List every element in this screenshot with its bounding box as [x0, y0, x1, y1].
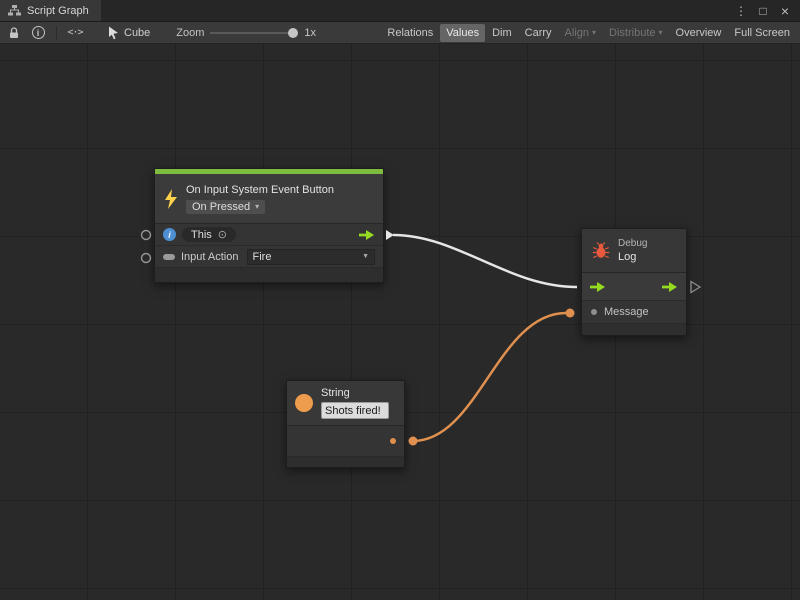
string-node-header-text: String [321, 387, 389, 419]
graph-toolbar: i <·> Cube Zoom 1x Relations Values Dim … [0, 22, 800, 44]
message-input-wire-dot[interactable] [566, 309, 575, 318]
titlebar: Script Graph ⋮ □ × [0, 0, 800, 22]
menu-icon[interactable]: ⋮ [732, 2, 750, 20]
lightning-icon [163, 189, 179, 209]
values-button[interactable]: Values [440, 24, 485, 42]
debug-node-header-text: Debug Log [618, 238, 647, 263]
tab-script-graph[interactable]: Script Graph [0, 0, 101, 21]
window-controls: ⋮ □ × [732, 0, 800, 21]
bug-icon [592, 242, 610, 259]
message-input-port[interactable] [591, 309, 597, 315]
string-output-port[interactable] [390, 438, 396, 444]
tab-title: Script Graph [27, 5, 89, 17]
node-debug-log[interactable]: Debug Log Message [581, 228, 687, 336]
input-action-row: Input Action Fire ▼ [155, 246, 383, 268]
align-button[interactable]: Align ▾ [559, 24, 602, 42]
wire-string-to-message[interactable] [413, 313, 566, 441]
this-info-icon: i [163, 228, 176, 241]
this-target-field[interactable]: This ⊙ [182, 227, 236, 242]
debug-node-title: Log [618, 251, 647, 263]
node-string-literal[interactable]: String [286, 380, 405, 468]
context-label: Cube [124, 27, 150, 39]
chevron-down-icon: ▾ [659, 28, 663, 37]
debug-flow-external-port[interactable] [691, 282, 700, 293]
wire-event-to-log[interactable] [393, 235, 577, 287]
this-row: i This ⊙ [155, 224, 383, 246]
carry-button[interactable]: Carry [519, 24, 558, 42]
zoom-value: 1x [304, 27, 316, 39]
event-this-external-port[interactable] [142, 231, 151, 240]
flow-arrow-icon [662, 282, 678, 292]
string-value-input[interactable] [321, 402, 389, 419]
lock-icon-glyph [8, 26, 20, 39]
cursor-icon [107, 26, 119, 40]
code-icon-glyph: <·> [67, 27, 82, 38]
on-pressed-dropdown[interactable]: On Pressed ▾ [186, 200, 265, 214]
debug-node-header[interactable]: Debug Log [582, 229, 686, 273]
event-node-header[interactable]: On Input System Event Button On Pressed … [155, 174, 383, 224]
string-node-header[interactable]: String [287, 381, 404, 426]
zoom-slider-track[interactable] [210, 32, 298, 34]
chevron-down-icon: ▼ [362, 253, 369, 260]
toolbar-buttons: Relations Values Dim Carry Align ▾ Distr… [381, 24, 796, 42]
graph-icon [8, 5, 21, 16]
debug-node-footer [582, 323, 686, 335]
input-action-icon [163, 252, 175, 262]
toolbar-separator [56, 26, 57, 40]
event-node-title: On Input System Event Button [186, 184, 334, 196]
event-node-footer [155, 268, 383, 282]
chevron-down-icon: ▾ [592, 28, 596, 37]
message-row: Message [582, 301, 686, 323]
maximize-icon[interactable]: □ [754, 2, 772, 20]
close-icon[interactable]: × [776, 2, 794, 20]
overview-button[interactable]: Overview [670, 24, 728, 42]
info-icon[interactable]: i [28, 24, 48, 42]
message-label: Message [604, 306, 649, 318]
string-node-body [287, 426, 404, 457]
debug-flow-output-port[interactable] [662, 282, 678, 292]
chevron-down-icon: ▾ [255, 202, 259, 211]
event-flow-wire-start-arrow[interactable] [386, 230, 394, 240]
node-on-input-system-event-button[interactable]: On Input System Event Button On Pressed … [154, 168, 384, 283]
info-icon-glyph: i [32, 26, 45, 39]
fullscreen-button[interactable]: Full Screen [728, 24, 796, 42]
target-picker-icon: ⊙ [218, 228, 227, 241]
debug-flow-row [582, 273, 686, 301]
string-type-icon [295, 394, 313, 412]
code-preview-icon[interactable]: <·> [65, 24, 85, 42]
input-action-dropdown[interactable]: Fire ▼ [247, 249, 376, 265]
event-flow-output-port[interactable] [359, 230, 375, 240]
lock-icon[interactable] [4, 24, 24, 42]
zoom-label: Zoom [176, 27, 204, 39]
string-node-footer [287, 457, 404, 467]
zoom-control: Zoom 1x [176, 27, 316, 39]
zoom-slider-handle[interactable] [288, 28, 298, 38]
relations-button[interactable]: Relations [381, 24, 439, 42]
graph-context[interactable]: Cube [107, 26, 150, 40]
graph-canvas[interactable]: On Input System Event Button On Pressed … [0, 44, 800, 600]
event-input-action-external-port[interactable] [142, 254, 151, 263]
input-action-label: Input Action [181, 251, 239, 263]
debug-flow-input-port[interactable] [590, 282, 606, 292]
dim-button[interactable]: Dim [486, 24, 518, 42]
flow-arrow-icon [359, 230, 375, 240]
distribute-button[interactable]: Distribute ▾ [603, 24, 668, 42]
event-node-header-text: On Input System Event Button On Pressed … [186, 184, 334, 214]
string-output-wire-dot[interactable] [409, 437, 418, 446]
string-node-title: String [321, 387, 389, 399]
flow-arrow-icon [590, 282, 606, 292]
debug-node-category: Debug [618, 238, 647, 249]
zoom-slider[interactable] [210, 27, 298, 39]
